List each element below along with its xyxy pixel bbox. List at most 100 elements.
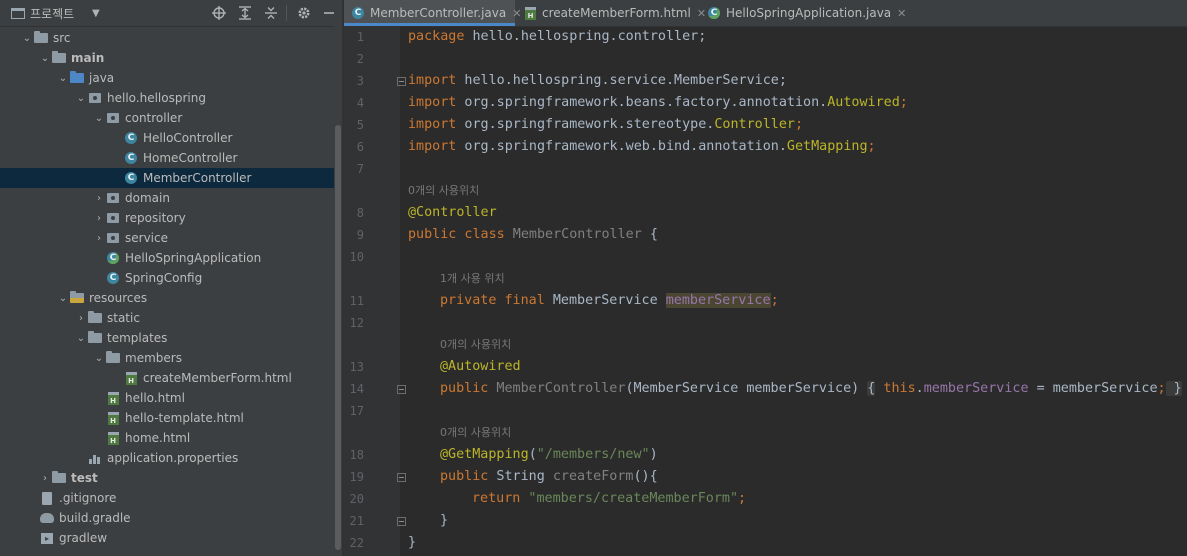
fold-toggle-icon[interactable] bbox=[397, 517, 406, 526]
properties-file-icon bbox=[87, 450, 103, 466]
code-line-20[interactable]: return "members/createMemberForm"; bbox=[472, 488, 746, 510]
code-line-14[interactable]: public MemberController(MemberService me… bbox=[440, 378, 1182, 400]
chevron-down-icon[interactable]: ⌄ bbox=[57, 68, 69, 88]
tree-item-service[interactable]: › service bbox=[0, 228, 342, 248]
project-scrollbar-thumb[interactable] bbox=[335, 125, 341, 550]
chevron-down-icon[interactable]: ⌄ bbox=[57, 288, 69, 308]
code-token: ; bbox=[1157, 381, 1166, 396]
code-line-4[interactable]: import org.springframework.beans.factory… bbox=[408, 92, 908, 114]
locate-icon[interactable] bbox=[210, 0, 228, 26]
tab-label: createMemberForm.html bbox=[542, 6, 691, 20]
code-line-8[interactable]: @Controller bbox=[408, 202, 497, 224]
usages-hint[interactable]: 0개의 사용위치 bbox=[440, 422, 511, 444]
tree-item-members[interactable]: ⌄ members bbox=[0, 348, 342, 368]
tree-item-membercontroller[interactable]: C MemberController bbox=[0, 168, 342, 188]
chevron-down-icon[interactable]: ⌄ bbox=[75, 88, 87, 108]
tree-item-repository[interactable]: › repository bbox=[0, 208, 342, 228]
fold-toggle-icon[interactable] bbox=[397, 385, 406, 394]
tree-item-hellospringapplication[interactable]: C HelloSpringApplication bbox=[0, 248, 342, 268]
tab-membercontroller-java[interactable]: C MemberController.java ✕ bbox=[344, 0, 521, 26]
code-line-1[interactable]: package hello.hellospring.controller; bbox=[408, 26, 706, 48]
tree-item-application-properties[interactable]: application.properties bbox=[0, 448, 342, 468]
line-number: 18 bbox=[349, 448, 364, 462]
tab-hellospringapplication-java[interactable]: C HelloSpringApplication.java ✕ bbox=[700, 0, 906, 26]
line-number: 21 bbox=[349, 514, 364, 528]
tree-item-src[interactable]: ⌄ src bbox=[0, 28, 342, 48]
view-dropdown-chevron-icon[interactable]: ▼ bbox=[92, 0, 100, 26]
project-panel-title[interactable]: 프로젝트 bbox=[30, 0, 74, 26]
tree-item-springconfig[interactable]: C SpringConfig bbox=[0, 268, 342, 288]
chevron-right-icon[interactable]: › bbox=[75, 308, 87, 328]
code-token: ; bbox=[770, 293, 779, 308]
resources-folder-icon bbox=[69, 290, 85, 306]
tree-item-java[interactable]: ⌄ java bbox=[0, 68, 342, 88]
fold-toggle-icon[interactable] bbox=[397, 473, 406, 482]
tree-item-homecontroller[interactable]: C HomeController bbox=[0, 148, 342, 168]
tree-item-label: templates bbox=[107, 331, 168, 345]
chevron-down-icon[interactable]: ⌄ bbox=[93, 108, 105, 128]
code-line-18[interactable]: @GetMapping("/members/new") bbox=[440, 444, 658, 466]
tab-label: HelloSpringApplication.java bbox=[726, 6, 892, 20]
code-token: { bbox=[641, 227, 658, 242]
chevron-right-icon[interactable]: › bbox=[93, 228, 105, 248]
chevron-down-icon[interactable]: ⌄ bbox=[75, 328, 87, 348]
tree-item-build-gradle[interactable]: build.gradle bbox=[0, 508, 342, 528]
usages-hint[interactable]: 0개의 사용위치 bbox=[440, 334, 511, 356]
line-number: 10 bbox=[349, 250, 364, 264]
tree-item-static[interactable]: › static bbox=[0, 308, 342, 328]
code-line-22[interactable]: } bbox=[408, 532, 416, 554]
code-token: "members/createMemberForm" bbox=[520, 491, 739, 506]
chevron-right-icon[interactable]: › bbox=[93, 208, 105, 228]
code-line-13[interactable]: @Autowired bbox=[440, 356, 521, 378]
chevron-down-icon[interactable]: ⌄ bbox=[93, 348, 105, 368]
tree-item-label: hello-template.html bbox=[125, 411, 244, 425]
code-line-21[interactable]: } bbox=[440, 510, 448, 532]
code-token: ; bbox=[794, 117, 804, 132]
code-line-3[interactable]: import hello.hellospring.service.MemberS… bbox=[408, 70, 787, 92]
tree-item-hello-html[interactable]: Hhello.html bbox=[0, 388, 342, 408]
collapse-all-icon[interactable] bbox=[262, 0, 280, 26]
chevron-right-icon[interactable]: › bbox=[39, 468, 51, 488]
test-folder-icon bbox=[51, 470, 67, 486]
tree-item-controller[interactable]: ⌄ controller bbox=[0, 108, 342, 128]
gear-icon[interactable] bbox=[295, 0, 313, 26]
chevron-right-icon[interactable]: › bbox=[93, 188, 105, 208]
fold-toggle-icon[interactable] bbox=[397, 77, 406, 86]
tree-item-domain[interactable]: › domain bbox=[0, 188, 342, 208]
tree-item-hello-template-html[interactable]: Hhello-template.html bbox=[0, 408, 342, 428]
spring-class-icon: C bbox=[708, 7, 720, 19]
code-line-6[interactable]: import org.springframework.web.bind.anno… bbox=[408, 136, 876, 158]
class-icon: C bbox=[123, 130, 139, 146]
code-line-19[interactable]: public String createForm(){ bbox=[440, 466, 658, 488]
code-token: } bbox=[408, 535, 417, 550]
tree-item-main[interactable]: ⌄ main bbox=[0, 48, 342, 68]
chevron-down-icon[interactable]: ⌄ bbox=[21, 28, 33, 48]
html-file-icon: H bbox=[105, 430, 121, 446]
close-icon[interactable]: ✕ bbox=[897, 7, 906, 20]
code-line-11[interactable]: private final MemberService memberServic… bbox=[440, 290, 779, 312]
code-token: ; bbox=[738, 491, 747, 506]
tree-item-test[interactable]: › test bbox=[0, 468, 342, 488]
tree-item-hello-hellospring[interactable]: ⌄ hello.hellospring bbox=[0, 88, 342, 108]
tree-item-resources[interactable]: ⌄ resources bbox=[0, 288, 342, 308]
tree-item-home-html[interactable]: Hhome.html bbox=[0, 428, 342, 448]
tree-item-gradlew[interactable]: ▸ gradlew bbox=[0, 528, 342, 548]
code-token: return bbox=[472, 491, 521, 506]
tree-item-hellocontroller[interactable]: C HelloController bbox=[0, 128, 342, 148]
tab-createmembeform-html[interactable]: H createMemberForm.html ✕ bbox=[517, 0, 706, 26]
code-token: import bbox=[408, 117, 457, 132]
usages-hint[interactable]: 0개의 사용위치 bbox=[408, 180, 479, 202]
folder-icon bbox=[105, 350, 121, 366]
tree-item-gitignore[interactable]: .gitignore bbox=[0, 488, 342, 508]
tree-item-createmembeform-html[interactable]: HcreateMemberForm.html bbox=[0, 368, 342, 388]
tree-item-label: HelloController bbox=[143, 131, 233, 145]
usages-hint[interactable]: 1개 사용 위치 bbox=[440, 268, 505, 290]
code-line-5[interactable]: import org.springframework.stereotype.Co… bbox=[408, 114, 803, 136]
chevron-down-icon[interactable]: ⌄ bbox=[39, 48, 51, 68]
html-file-icon: H bbox=[105, 390, 121, 406]
hide-panel-icon[interactable] bbox=[320, 0, 338, 26]
tree-item-templates[interactable]: ⌄ templates bbox=[0, 328, 342, 348]
code-line-9[interactable]: public class MemberController { bbox=[408, 224, 658, 246]
code-token: ; bbox=[899, 95, 908, 110]
expand-all-icon[interactable] bbox=[236, 0, 254, 26]
